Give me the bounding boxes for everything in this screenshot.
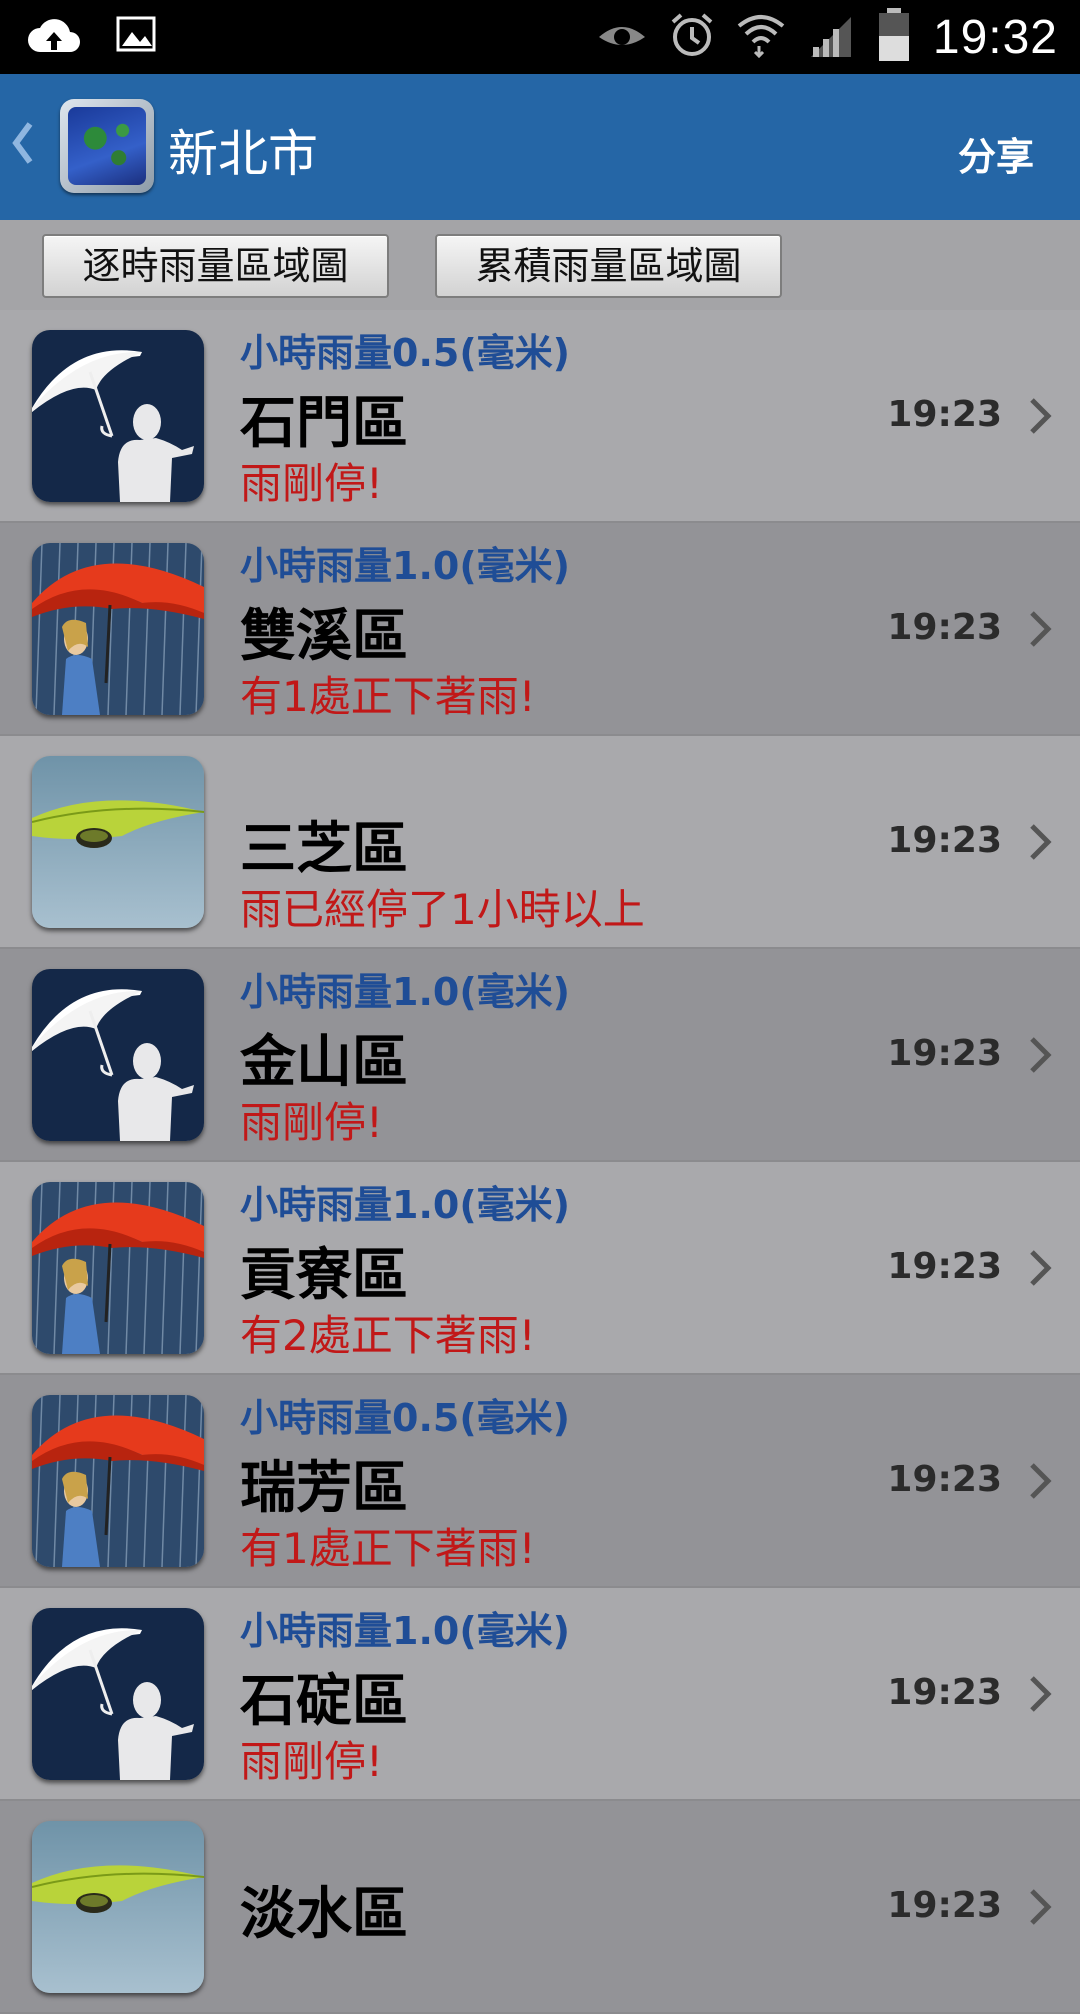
rain-status: 有1處正下著雨!	[240, 672, 536, 721]
rain-amount: 小時雨量0.5(毫米)	[240, 1396, 571, 1440]
cumulative-rain-map-button[interactable]: 累積雨量區域圖	[435, 234, 782, 298]
rain-amount: 小時雨量0.5(毫米)	[240, 331, 571, 375]
district-name: 雙溪區	[240, 604, 408, 669]
rain-status: 雨剛停!	[240, 459, 383, 508]
chevron-right-icon	[1028, 1035, 1052, 1079]
list-item[interactable]: 小時雨量1.0(毫米) 雙溪區 有1處正下著雨! 19:23	[0, 523, 1080, 736]
update-time: 19:23	[887, 607, 1002, 648]
image-icon	[116, 16, 156, 56]
chevron-right-icon	[1028, 1887, 1052, 1931]
list-item[interactable]: 小時雨量1.0(毫米) 金山區 雨剛停! 19:23	[0, 949, 1080, 1162]
chevron-right-icon	[1028, 396, 1052, 440]
list-item[interactable]: 三芝區 雨已經停了1小時以上 19:23	[0, 736, 1080, 949]
eye-icon	[597, 17, 647, 57]
page-title: 新北市	[168, 125, 318, 183]
rain-amount: 小時雨量1.0(毫米)	[240, 544, 571, 588]
update-time: 19:23	[887, 1246, 1002, 1287]
white-umbrella-icon	[32, 969, 204, 1141]
district-name: 瑞芳區	[240, 1456, 408, 1521]
update-time: 19:23	[887, 394, 1002, 435]
district-name: 貢寮區	[240, 1243, 408, 1308]
chevron-right-icon	[1028, 609, 1052, 653]
district-name: 三芝區	[240, 817, 408, 882]
rain-amount: 小時雨量1.0(毫米)	[240, 1183, 571, 1227]
chevron-right-icon	[1028, 1461, 1052, 1505]
alarm-icon	[669, 12, 715, 62]
list-item[interactable]: 小時雨量1.0(毫米) 貢寮區 有2處正下著雨! 19:23	[0, 1162, 1080, 1375]
signal-icon	[807, 13, 855, 61]
action-bar: 新北市 分享	[0, 74, 1080, 220]
update-time: 19:23	[887, 1033, 1002, 1074]
list-item[interactable]: 小時雨量0.5(毫米) 瑞芳區 有1處正下著雨! 19:23	[0, 1375, 1080, 1588]
red-umbrella-rain-icon	[32, 543, 204, 715]
list-item[interactable]: 小時雨量1.0(毫米) 石碇區 雨剛停! 19:23	[0, 1588, 1080, 1801]
rain-status: 有1處正下著雨!	[240, 1524, 536, 1573]
rain-status: 雨剛停!	[240, 1737, 383, 1786]
app-logo-icon[interactable]	[60, 99, 154, 193]
leaf-drop-icon	[32, 1821, 204, 1993]
red-umbrella-rain-icon	[32, 1395, 204, 1567]
district-name: 金山區	[240, 1030, 408, 1095]
list-item[interactable]: 淡水區 19:23	[0, 1801, 1080, 2014]
rain-status: 雨已經停了1小時以上	[240, 885, 645, 934]
rain-status: 有2處正下著雨!	[240, 1311, 536, 1360]
leaf-drop-icon	[32, 756, 204, 928]
update-time: 19:23	[887, 1672, 1002, 1713]
white-umbrella-icon	[32, 330, 204, 502]
rain-status: 雨剛停!	[240, 1098, 383, 1147]
update-time: 19:23	[887, 820, 1002, 861]
district-name: 石門區	[240, 391, 408, 456]
rain-amount: 小時雨量1.0(毫米)	[240, 1609, 571, 1653]
battery-icon	[877, 8, 911, 66]
wifi-icon	[737, 12, 785, 62]
district-name: 石碇區	[240, 1669, 408, 1734]
list-item[interactable]: 小時雨量0.5(毫米) 石門區 雨剛停! 19:23	[0, 310, 1080, 523]
status-bar: 19:32	[0, 0, 1080, 74]
white-umbrella-icon	[32, 1608, 204, 1780]
update-time: 19:23	[887, 1459, 1002, 1500]
hourly-rain-map-button[interactable]: 逐時雨量區域圖	[42, 234, 389, 298]
chevron-right-icon	[1028, 822, 1052, 866]
chevron-right-icon	[1028, 1674, 1052, 1718]
chevron-right-icon	[1028, 1248, 1052, 1292]
cloud-upload-icon	[26, 14, 82, 58]
clock-time: 19:32	[932, 10, 1058, 64]
back-chevron-icon[interactable]	[8, 118, 38, 172]
share-button[interactable]: 分享	[958, 126, 1034, 181]
red-umbrella-rain-icon	[32, 1182, 204, 1354]
map-buttons-bar: 逐時雨量區域圖 累積雨量區域圖	[0, 220, 1080, 310]
rain-amount: 小時雨量1.0(毫米)	[240, 970, 571, 1014]
district-list: 小時雨量0.5(毫米) 石門區 雨剛停! 19:23 小時雨量1.0(毫米) 雙…	[0, 310, 1080, 2014]
district-name: 淡水區	[240, 1882, 408, 1947]
